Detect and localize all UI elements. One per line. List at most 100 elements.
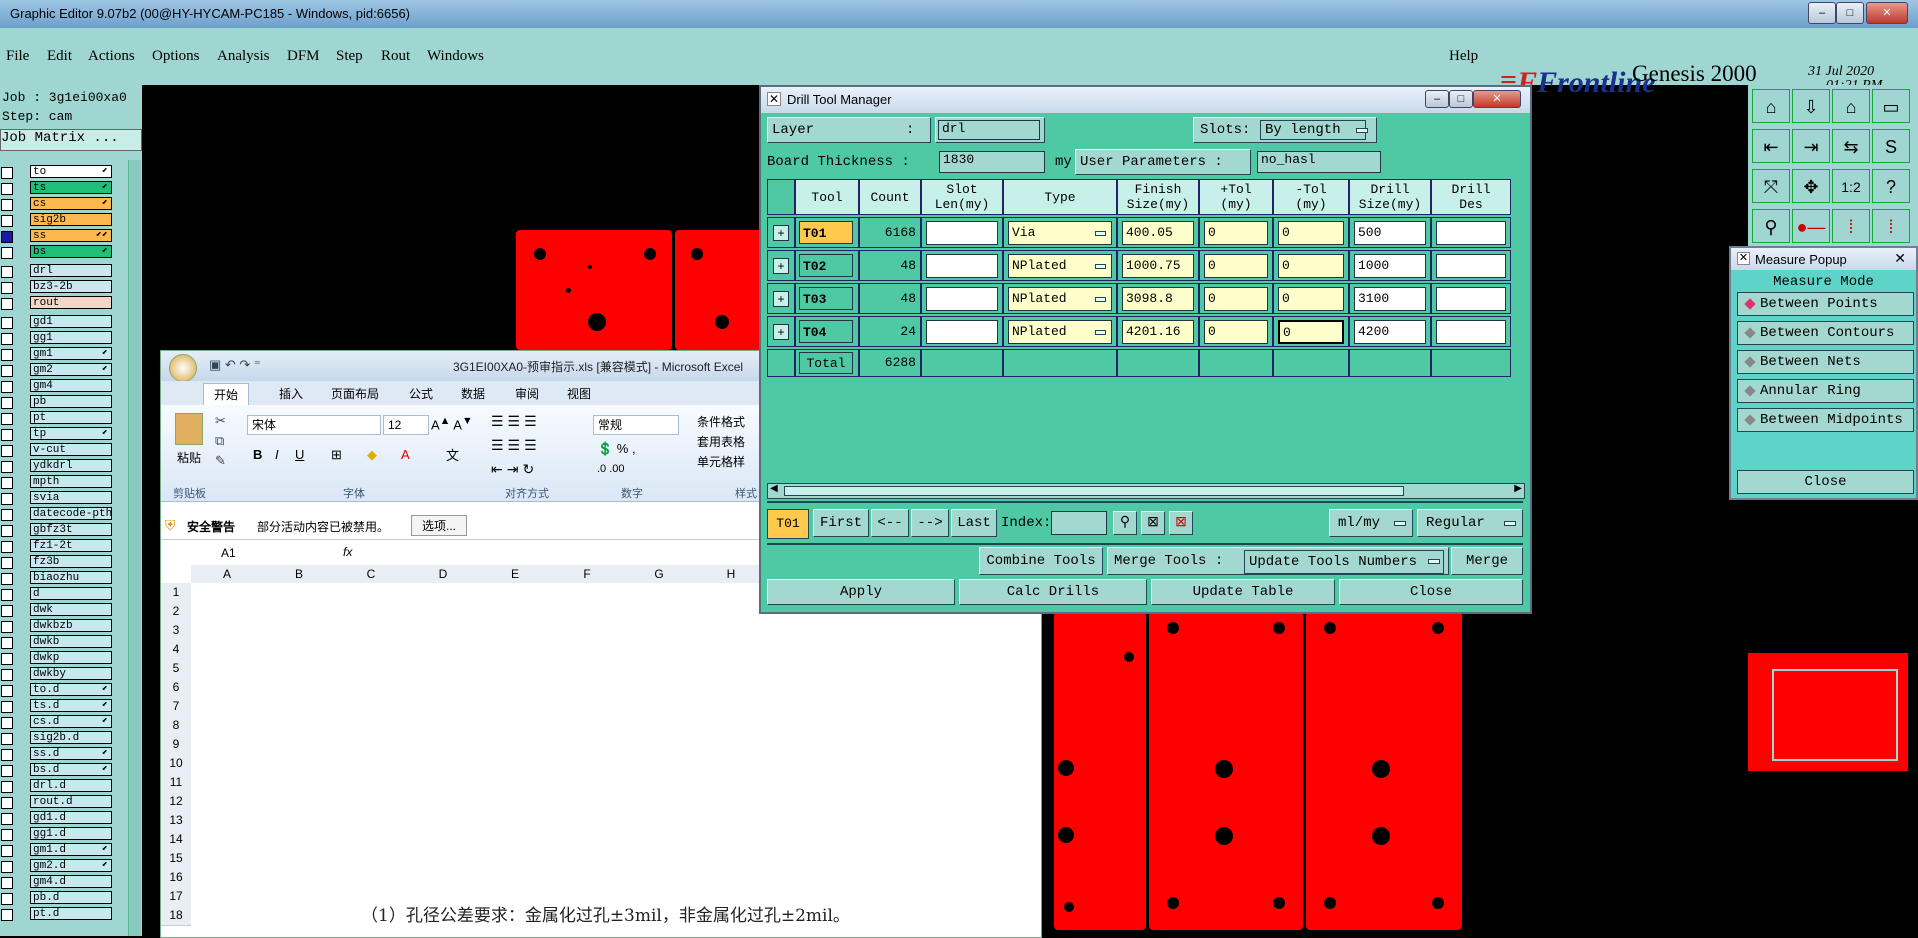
tool-cell[interactable]: T03 (795, 283, 859, 314)
expand-row-icon[interactable]: + (767, 316, 795, 347)
row-header[interactable]: 7 (161, 697, 191, 717)
layer-row[interactable]: gm4.d (0, 875, 114, 889)
measure-option-between-midpoints[interactable]: Between Midpoints (1737, 408, 1914, 432)
layer-row[interactable]: gd1 (0, 315, 114, 329)
layer-name[interactable]: svia (30, 491, 112, 504)
layer-name[interactable]: pb.d (30, 891, 112, 904)
layer-row[interactable]: dwk (0, 603, 114, 617)
layer-name[interactable]: datecode-pth (30, 507, 112, 520)
measure-close-icon[interactable]: ✕ (1894, 250, 1906, 267)
align-left-icons[interactable]: ☰☰☰ (491, 437, 541, 454)
row-header[interactable]: 13 (161, 811, 191, 831)
drill-size-cell[interactable]: 500 (1349, 217, 1431, 248)
layer-name[interactable]: sig2b (30, 213, 112, 226)
layer-name[interactable]: to.d (30, 683, 112, 696)
finish-size-cell[interactable]: 400.05 (1117, 217, 1199, 248)
pan-right-icon[interactable]: ⇥ (1792, 129, 1830, 163)
tool-cell[interactable]: T02 (795, 250, 859, 281)
column-header[interactable]: C (335, 565, 408, 583)
column-header[interactable]: E (479, 565, 552, 583)
delete-icon[interactable]: ⊠ (1169, 511, 1193, 535)
measure-close-button[interactable]: Close (1737, 470, 1914, 494)
indent-icons[interactable]: ⇤⇥↻ (491, 461, 538, 478)
layer-checkbox[interactable] (1, 781, 13, 793)
row-header[interactable]: 2 (161, 602, 191, 622)
zoom-home2-icon[interactable]: ⌂ (1832, 89, 1870, 123)
format-table-button[interactable]: 套用表格 (697, 433, 745, 450)
row-header[interactable]: 18 (161, 906, 191, 926)
menu-step[interactable]: Step (336, 48, 363, 65)
layer-name[interactable]: gd1 (30, 315, 112, 328)
plus-tol-cell[interactable]: 0 (1199, 250, 1273, 281)
name-box[interactable]: A1 (221, 546, 236, 560)
layer-checkbox[interactable] (1, 557, 13, 569)
layer-row[interactable]: gm1.d ⬋ (0, 843, 114, 857)
layer-row[interactable]: cs ⬋ (0, 197, 114, 211)
menu-options[interactable]: Options (152, 48, 200, 65)
row-header[interactable]: 6 (161, 678, 191, 698)
layer-checkbox[interactable] (1, 909, 13, 921)
layer-name[interactable]: drl (30, 264, 112, 277)
measure-icon[interactable]: ●— (1792, 209, 1830, 243)
pan-split-icon[interactable]: ⇆ (1832, 129, 1870, 163)
layer-checkbox[interactable] (1, 589, 13, 601)
layer-row[interactable]: biaozhu (0, 571, 114, 585)
snap-icon[interactable]: ⚲ (1752, 209, 1790, 243)
layer-row[interactable]: ydkdrl (0, 459, 114, 473)
type-select[interactable]: NPlated (1003, 250, 1117, 281)
row-header[interactable]: 10 (161, 754, 191, 774)
layer-checkbox[interactable] (1, 893, 13, 905)
conditional-format-button[interactable]: 条件格式 (697, 413, 745, 430)
job-matrix-button[interactable]: Job Matrix ... (0, 129, 142, 151)
layer-name[interactable]: dwkb (30, 635, 112, 648)
layer-name[interactable]: pt.d (30, 907, 112, 920)
italic-button[interactable]: I (275, 447, 279, 462)
layer-checkbox[interactable] (1, 749, 13, 761)
expand-row-icon[interactable]: + (767, 283, 795, 314)
layer-row[interactable]: ts.d ⬋ (0, 699, 114, 713)
type-select[interactable]: NPlated (1003, 316, 1117, 347)
merge-button[interactable]: Merge (1451, 547, 1523, 575)
menu-dfm[interactable]: DFM (287, 48, 320, 65)
copy-icon[interactable]: ⧉ (215, 433, 224, 449)
layer-checkbox[interactable] (1, 365, 13, 377)
layer-name[interactable]: gm2.d (30, 859, 112, 872)
phonetic-icon[interactable]: 文 (446, 445, 459, 464)
layer-name[interactable]: gbfz3t (30, 523, 112, 536)
menu-windows[interactable]: Windows (427, 48, 484, 65)
cell-styles-button[interactable]: 单元格样 (697, 453, 745, 470)
layer-checkbox[interactable] (1, 637, 13, 649)
layer-scrollbar[interactable] (128, 160, 141, 936)
layer-checkbox[interactable] (1, 167, 13, 179)
layer-checkbox[interactable] (1, 845, 13, 857)
select-icon[interactable]: ⊠ (1141, 511, 1165, 535)
layer-name[interactable]: mpth (30, 475, 112, 488)
layer-checkbox[interactable] (1, 317, 13, 329)
calc-drills-button[interactable]: Calc Drills (959, 579, 1147, 605)
layer-checkbox[interactable] (1, 685, 13, 697)
bulb-icon[interactable]: ⚲ (1113, 511, 1137, 535)
layer-row[interactable]: dwkbzb (0, 619, 114, 633)
layer-row[interactable]: bz3-2b (0, 280, 114, 294)
row-header[interactable]: 14 (161, 830, 191, 850)
maximize-button[interactable]: □ (1836, 2, 1864, 24)
tab-insert[interactable]: 插入 (279, 385, 303, 402)
user-parameters-field[interactable]: no_hasl (1257, 151, 1381, 173)
tab-page-layout[interactable]: 页面布局 (331, 385, 379, 402)
menu-rout[interactable]: Rout (381, 48, 410, 65)
menu-edit[interactable]: Edit (47, 48, 72, 65)
drill-des-cell[interactable] (1431, 217, 1511, 248)
layer-name[interactable]: bs (30, 245, 112, 258)
layer-checkbox[interactable] (1, 861, 13, 873)
layer-row[interactable]: gm1 ⬋ (0, 347, 114, 361)
number-format-select[interactable]: 常规 (593, 415, 679, 435)
layer-row[interactable]: to.d ⬋ (0, 683, 114, 697)
finish-size-cell[interactable]: 1000.75 (1117, 250, 1199, 281)
layer-name[interactable]: pb (30, 395, 112, 408)
type-select[interactable]: NPlated (1003, 283, 1117, 314)
layer-name[interactable]: dwkby (30, 667, 112, 680)
redraw-icon[interactable]: S (1872, 129, 1910, 163)
measure-option-annular-ring[interactable]: Annular Ring (1737, 379, 1914, 403)
layer-name[interactable]: gm1.d (30, 843, 112, 856)
first-button[interactable]: First (813, 509, 869, 537)
